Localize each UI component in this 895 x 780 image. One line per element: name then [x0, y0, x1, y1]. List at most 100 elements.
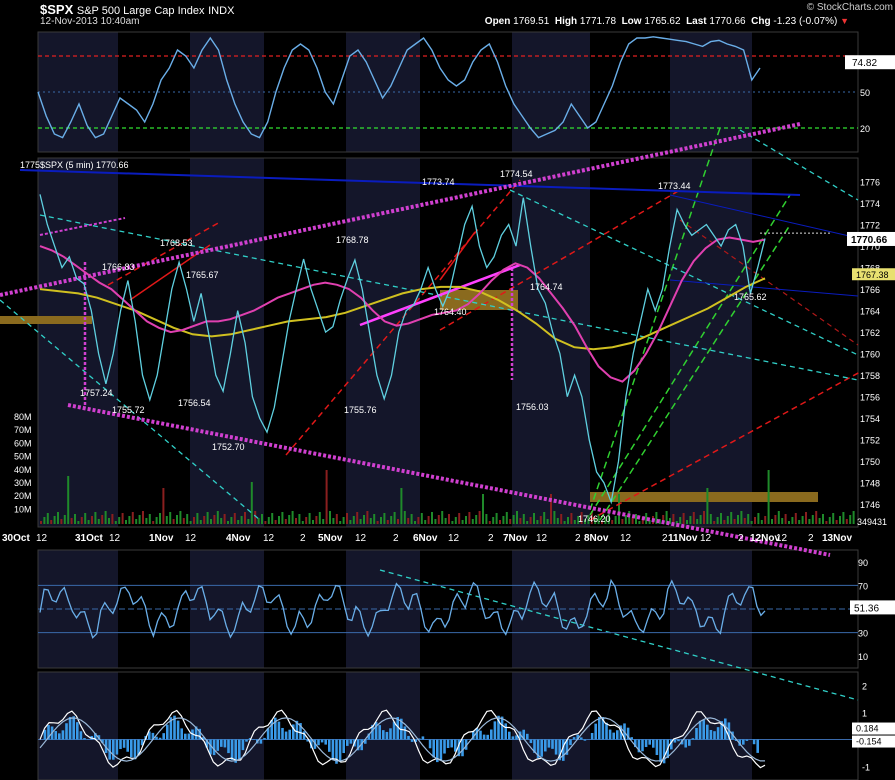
- volume-bar: [206, 512, 209, 524]
- macd-histogram-bar: [713, 731, 716, 740]
- volume-bar: [390, 516, 393, 524]
- macd-histogram-bar: [155, 736, 158, 740]
- rsi-last-value: 51.36: [854, 603, 879, 614]
- macd-histogram-bar: [439, 739, 443, 760]
- volume-bar: [60, 519, 63, 524]
- price-annotation: 1755.76: [344, 405, 377, 415]
- volume-bar: [808, 519, 811, 524]
- top-axis-tick: 50: [860, 88, 870, 98]
- price-axis-tick: 1752: [860, 436, 880, 446]
- volume-bar: [444, 518, 447, 524]
- last-price-value: 1770.66: [851, 235, 888, 246]
- volume-bar: [373, 514, 376, 524]
- volume-bar: [427, 516, 430, 524]
- volume-bar: [539, 516, 542, 524]
- volume-bar: [852, 511, 855, 524]
- macd-histogram-bar: [338, 739, 342, 761]
- macd-histogram-bar: [540, 739, 543, 757]
- volume-bar: [57, 512, 59, 524]
- x-axis-tick: 30Oct: [2, 533, 30, 544]
- volume-bar: [250, 482, 253, 524]
- volume-bar: [805, 512, 807, 524]
- volume-bar: [325, 470, 328, 524]
- x-axis-tick: 12: [700, 533, 712, 544]
- volume-bar: [485, 514, 488, 524]
- volume-bar: [771, 519, 773, 524]
- volume-bar: [380, 517, 382, 524]
- macd-histogram-bar: [511, 736, 515, 740]
- volume-bar: [760, 520, 763, 524]
- volume-bar: [135, 519, 138, 524]
- volume-bar: [781, 518, 784, 524]
- price-annotation: 1775: [20, 160, 40, 170]
- volume-bar: [274, 520, 277, 524]
- volume-axis-tick: 20M: [14, 491, 32, 501]
- macd-histogram-bar: [58, 733, 61, 740]
- macd-histogram-bar: [702, 720, 705, 740]
- volume-bar: [509, 519, 512, 524]
- x-axis-tick: 2: [393, 533, 399, 544]
- volume-bar: [288, 515, 291, 524]
- volume-bar: [101, 515, 104, 524]
- macd-histogram-bar: [590, 732, 594, 740]
- x-axis-tick: 12: [536, 533, 548, 544]
- volume-bar: [254, 511, 257, 524]
- day-shade-band: [670, 158, 752, 527]
- macd-histogram-bar: [374, 722, 378, 740]
- volume-bar: [237, 520, 240, 524]
- macd-histogram-bar: [594, 723, 597, 740]
- volume-bar: [186, 514, 189, 524]
- volume-bar: [839, 516, 841, 524]
- volume-bar: [822, 514, 824, 524]
- volume-bar: [91, 516, 93, 524]
- macd-histogram-bar: [493, 721, 497, 740]
- support-zone: [0, 316, 92, 324]
- macd-histogram-bar: [83, 738, 86, 740]
- macd-histogram-bar: [648, 739, 651, 745]
- x-axis-tick: 1Nov: [149, 533, 174, 544]
- volume-bar: [682, 513, 685, 524]
- macd-histogram-bar: [706, 724, 709, 740]
- macd-histogram-bar: [428, 739, 432, 749]
- macd-histogram-bar: [461, 739, 464, 757]
- volume-bar: [488, 521, 491, 524]
- price-axis-tick: 1756: [860, 393, 880, 403]
- volume-bar: [342, 517, 345, 524]
- volume-bar: [828, 517, 831, 524]
- macd-histogram-bar: [652, 739, 655, 748]
- volume-bar: [148, 514, 151, 524]
- macd-signal-value: -0.154: [856, 737, 882, 747]
- volume-bar: [849, 515, 852, 524]
- x-axis-tick: 11Nov: [668, 533, 698, 544]
- volume-bar: [63, 515, 66, 524]
- cyan-trendline: [379, 569, 859, 701]
- macd-histogram-bar: [659, 739, 662, 762]
- volume-bar: [125, 520, 127, 524]
- macd-histogram-bar: [655, 739, 659, 756]
- macd-histogram-bar: [644, 739, 648, 748]
- volume-bar: [77, 521, 80, 524]
- volume-bar: [176, 515, 178, 524]
- volume-bar: [284, 519, 287, 524]
- macd-histogram-bar: [544, 739, 547, 752]
- volume-bar: [825, 521, 828, 524]
- volume-bar: [329, 511, 331, 524]
- macd-histogram-bar: [695, 728, 698, 740]
- volume-bar: [216, 511, 219, 524]
- volume-bar: [257, 518, 260, 524]
- macd-histogram-bar: [126, 739, 129, 752]
- price-axis-tick: 1754: [860, 414, 880, 424]
- macd-histogram-bar: [270, 720, 273, 740]
- macd-histogram-bar: [324, 739, 327, 745]
- macd-histogram-bar: [320, 739, 324, 743]
- volume-bar: [199, 520, 202, 524]
- macd-histogram-bar: [486, 734, 489, 740]
- volume-bar: [152, 521, 155, 524]
- macd-histogram-bar: [745, 739, 749, 741]
- volume-bar: [104, 511, 107, 524]
- volume-bar: [349, 520, 352, 524]
- macd-histogram-bar: [284, 731, 288, 740]
- macd-histogram-bar: [227, 739, 230, 754]
- macd-histogram-bar: [432, 739, 435, 758]
- macd-histogram-bar: [166, 724, 169, 740]
